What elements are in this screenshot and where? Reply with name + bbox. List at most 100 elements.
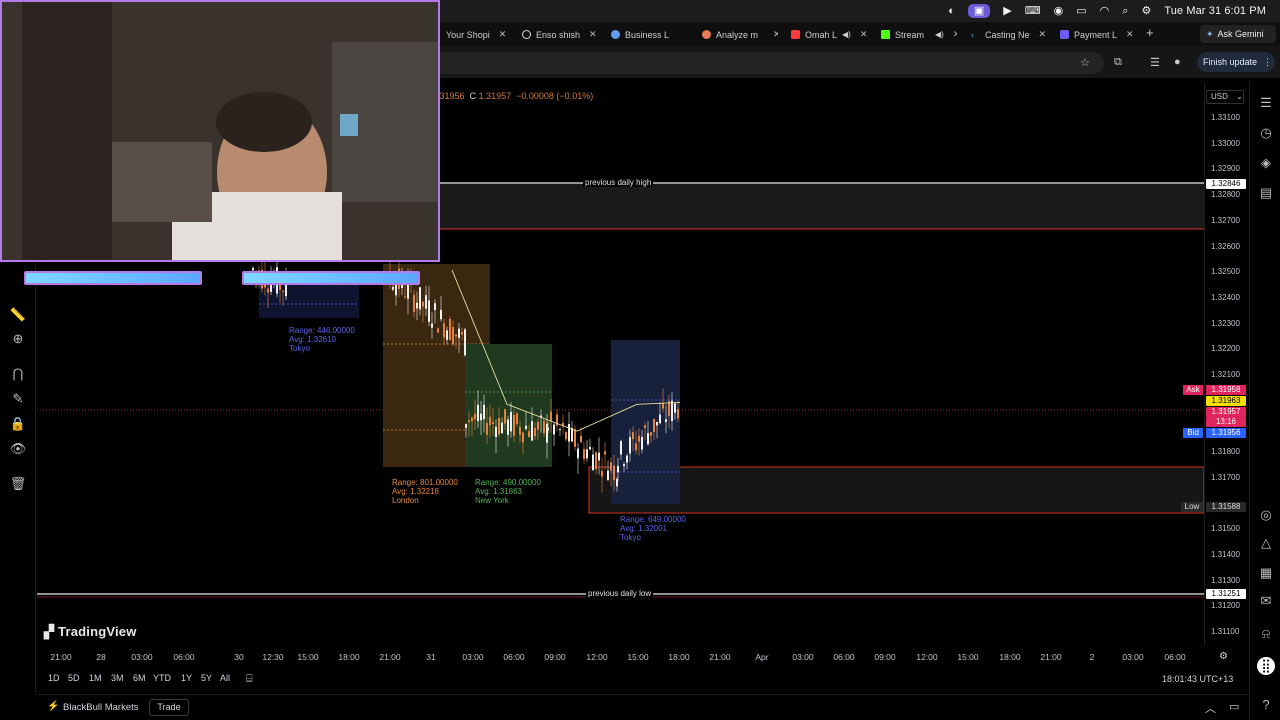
play-icon[interactable]: ▶ [1003,4,1011,18]
time-tick-label: 03:00 [1122,652,1144,662]
range-button-6m[interactable]: 6M [133,673,146,683]
candle-body [464,329,466,356]
bid-tag: Bid [1183,428,1203,438]
candle-body [468,420,470,423]
bid-price-badge: 1.31956 [1206,428,1246,438]
browser-tab[interactable]: Payment L ✕ [1060,25,1140,44]
help-icon[interactable]: ? [1257,696,1275,714]
watchlist-icon[interactable]: ☰ [1257,94,1275,112]
speaker-icon[interactable]: ◀) [935,30,944,39]
tab-title: Stream [895,29,925,40]
time-tick-label: 21:00 [379,652,401,662]
browser-tab[interactable]: Omah L ◀) ✕ [791,25,867,44]
date-range-calendar-icon[interactable]: ⌸ [246,673,253,686]
collapse-up-icon[interactable]: ︿ [1205,700,1216,716]
close-icon[interactable]: ✕ [1126,29,1134,40]
search-icon[interactable]: ⌕ [1122,4,1128,18]
media-controls-icon[interactable]: ☰ [1150,56,1160,69]
close-icon[interactable]: ✕ [860,29,867,40]
status-icon-1[interactable]: ◐ [948,4,955,18]
battery-icon[interactable]: ▭ [1076,4,1086,18]
target-icon[interactable]: ◎ [1257,506,1275,524]
price-tick-label: 1.32100 [1211,370,1240,379]
tab-title: Casting Ne [985,29,1030,40]
time-tick-label: 03:00 [131,652,153,662]
alerts-clock-icon[interactable]: ◷ [1257,124,1275,142]
time-tick-label: 12:30 [262,652,284,662]
wifi-icon[interactable]: ◠ [1100,4,1110,18]
browser-tab[interactable]: Your Shopi ✕ [434,25,508,44]
profile-avatar-icon[interactable]: ● [1174,56,1181,68]
ask-gemini-button[interactable]: ✦ Ask Gemini [1200,25,1276,43]
candle-body [413,294,415,312]
zoom-in-icon[interactable]: ⊕ [9,330,27,348]
control-icon[interactable]: ◉ [1054,4,1064,18]
browser-tab[interactable]: Stream ◀) ✕ [881,25,957,44]
candle-body [458,328,460,338]
layers-icon[interactable]: ◈ [1257,154,1275,172]
time-axis[interactable]: 21:00 28 03:00 06:00 30 12:30 15:00 18:00 21:00 3… [37,648,1204,664]
more-menu-icon[interactable]: ⋮ [1263,57,1272,68]
candle-body [449,319,451,341]
range-button-3m[interactable]: 3M [111,673,124,683]
speaker-icon[interactable]: ◀) [842,30,851,39]
chat-icon[interactable]: ▤ [1257,184,1275,202]
control-center-icon[interactable]: ⚙ [1141,4,1151,18]
trade-button[interactable]: Trade [149,699,189,716]
range-button-1d[interactable]: 1D [48,673,60,683]
notifications-icon[interactable]: ✉ [1257,592,1275,610]
range-button-5y[interactable]: 5Y [201,673,212,683]
range-button-1m[interactable]: 1M [89,673,102,683]
settings-gear-icon[interactable]: ⚙ [1219,651,1228,662]
session-name: Tokyo [620,533,641,542]
address-bar[interactable] [432,52,1104,74]
candle-body [568,423,570,442]
session-range: Range: 801.00000 [392,478,458,487]
new-tab-button[interactable]: + [1146,25,1154,40]
keyboard-icon[interactable]: ⌨ [1025,4,1041,18]
calendar-icon[interactable]: ▦ [1257,564,1275,582]
finish-update-button[interactable]: Finish update ⋮ [1197,52,1275,72]
range-button-5d[interactable]: 5D [68,673,80,683]
browser-tab[interactable]: Analyze m ✕ [702,25,778,44]
close-icon[interactable]: ✕ [589,29,597,40]
price-axis[interactable]: 1.33100 1.33000 1.32900 1.32800 1.32700 1.326… [1204,82,1248,646]
eye-icon[interactable]: 👁 [9,440,27,458]
lock-icon[interactable]: 🔒 [9,415,27,433]
screen-record-icon[interactable]: ▣ [967,4,991,18]
tab-title: Omah L [805,29,838,40]
menu-bar-clock[interactable]: Tue Mar 31 6:01 PM [1164,4,1266,18]
browser-tab[interactable]: ‹ Casting Ne ✕ [971,25,1049,44]
browser-tab[interactable]: Enso shish ✕ [522,25,598,44]
tab-favicon-icon: ‹ [971,29,974,40]
candle-body [613,465,615,481]
magnet-icon[interactable]: ⋂ [9,365,27,383]
candle-body [486,423,488,435]
candle-body [489,416,491,426]
close-icon[interactable]: ✕ [499,29,507,40]
broker-name[interactable]: BlackBull Markets [63,702,139,713]
maximize-icon[interactable]: ▭ [1229,700,1239,713]
candle-body [671,400,673,421]
tab-search-icon[interactable]: ⧉ [1114,56,1122,69]
browser-tab[interactable]: Business L✕ [611,25,691,44]
close-icon[interactable]: ✕ [773,29,778,40]
candle-body [543,420,545,434]
range-button-all[interactable]: All [220,673,230,683]
ruler-icon[interactable]: 📏 [9,306,27,324]
range-button-ytd[interactable]: YTD [153,673,171,683]
range-button-1y[interactable]: 1Y [181,673,192,683]
apps-grid-icon[interactable]: ⣿ [1257,657,1275,675]
close-icon[interactable]: ✕ [953,29,957,40]
price-tick-label: 1.32400 [1211,292,1240,302]
chart-clock[interactable]: 18:01:43 UTC+13 [1162,674,1233,684]
bookmark-star-icon[interactable]: ☆ [1080,56,1090,69]
tab-favicon-icon [1060,30,1069,39]
ideas-icon[interactable]: △ [1257,534,1275,552]
close-icon[interactable]: ✕ [1039,29,1047,40]
trash-icon[interactable]: 🗑 [9,475,27,493]
currency-selector[interactable]: USD ⌄ [1206,90,1244,104]
bell-icon[interactable]: ⍾ [1257,625,1275,643]
pencil-lock-icon[interactable]: ✎ [9,390,27,408]
candle-body [623,464,625,467]
